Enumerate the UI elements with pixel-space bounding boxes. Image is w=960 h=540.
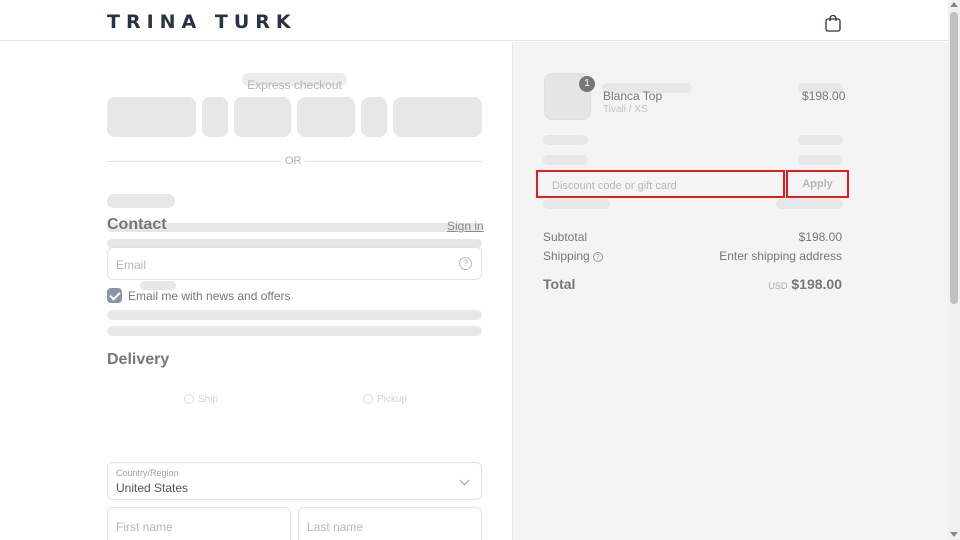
- skeleton-bar: [543, 155, 588, 165]
- email-placeholder: Email: [116, 258, 147, 272]
- product-name: Blanca Top: [603, 89, 663, 103]
- email-field[interactable]: Email ?: [107, 247, 482, 280]
- subtotal-value: $198.00: [798, 230, 842, 244]
- shipping-value: Enter shipping address: [719, 249, 842, 263]
- quantity-badge: 1: [579, 76, 595, 92]
- skeleton-bar: [776, 199, 843, 209]
- country-select[interactable]: Country/Region United States: [107, 462, 482, 500]
- express-pay-button[interactable]: [297, 97, 355, 137]
- first-name-field[interactable]: First name: [107, 507, 291, 540]
- subtotal-label: Subtotal: [543, 230, 588, 244]
- radio-icon: [363, 394, 373, 404]
- checkout-form-column: Express checkout OR Contact Sign in Emai…: [0, 42, 512, 540]
- skeleton-bar: [798, 135, 843, 145]
- ship-option[interactable]: Ship: [184, 394, 218, 405]
- delivery-heading: Delivery: [107, 351, 170, 368]
- express-pay-button[interactable]: [234, 97, 291, 137]
- brand-logo[interactable]: TRINA TURK: [107, 11, 297, 33]
- skeleton-bar: [543, 135, 588, 145]
- scroll-down-icon[interactable]: [950, 532, 958, 537]
- skeleton-bar: [107, 326, 482, 336]
- scroll-up-icon[interactable]: [950, 2, 958, 7]
- page-scrollbar[interactable]: [948, 0, 960, 540]
- express-pay-button[interactable]: [107, 97, 196, 137]
- pickup-option-label: Pickup: [377, 394, 408, 405]
- site-header: TRINA TURK: [0, 0, 948, 41]
- product-price: $198.00: [802, 89, 846, 103]
- order-summary-panel: 1 Blanca Top Tivali / XS $198.00 Discoun…: [512, 42, 948, 540]
- news-checkbox-label: Email me with news and offers: [128, 289, 291, 303]
- skeleton-bar: [107, 194, 175, 208]
- shipping-label: Shipping: [543, 249, 590, 263]
- contact-heading: Contact: [107, 216, 167, 233]
- total-currency: USD: [768, 281, 788, 291]
- country-label: Country/Region: [116, 468, 179, 478]
- ship-option-label: Ship: [198, 394, 219, 405]
- express-checkout-label: Express checkout: [242, 73, 347, 92]
- radio-icon: [184, 394, 194, 404]
- help-icon[interactable]: ?: [459, 257, 472, 270]
- chevron-down-icon: [459, 475, 470, 486]
- express-pay-button[interactable]: [202, 97, 228, 137]
- sign-in-link[interactable]: Sign in: [447, 219, 484, 233]
- shopping-bag-icon[interactable]: [825, 15, 841, 32]
- skeleton-bar: [107, 310, 482, 320]
- news-checkbox[interactable]: [107, 288, 122, 303]
- help-icon[interactable]: ?: [592, 252, 603, 262]
- scrollbar-thumb[interactable]: [950, 12, 958, 304]
- or-divider: OR: [107, 155, 482, 167]
- discount-placeholder: Discount code or gift card: [552, 180, 677, 192]
- express-pay-button[interactable]: [361, 97, 387, 137]
- total-value: $198.00: [791, 276, 842, 292]
- apply-discount-button[interactable]: Apply: [786, 170, 849, 198]
- first-name-placeholder: First name: [116, 520, 173, 534]
- express-pay-button[interactable]: [393, 97, 482, 137]
- last-name-field[interactable]: Last name: [298, 507, 482, 540]
- total-label: Total: [543, 276, 576, 292]
- country-value: United States: [116, 481, 189, 495]
- or-text: OR: [285, 155, 302, 167]
- skeleton-bar: [543, 199, 610, 209]
- total-amount: USD $198.00: [768, 276, 842, 292]
- pickup-option[interactable]: Pickup: [363, 394, 407, 405]
- product-variant: Tivali / XS: [603, 104, 648, 115]
- shipping-label-row: Shipping?: [543, 249, 603, 263]
- skeleton-bar: [798, 155, 843, 165]
- last-name-placeholder: Last name: [307, 520, 364, 534]
- discount-code-input[interactable]: Discount code or gift card: [536, 170, 785, 198]
